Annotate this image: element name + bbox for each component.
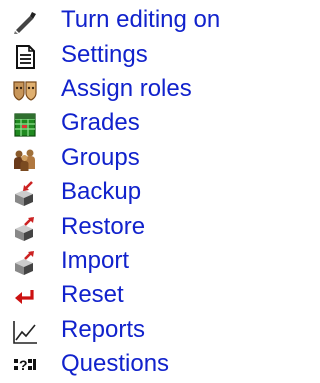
grades-icon: [12, 112, 38, 138]
import-icon: [12, 250, 38, 276]
menu-label: Reports: [61, 315, 146, 343]
menu-item-grades[interactable]: Grades: [0, 106, 251, 140]
questions-icon: ?: [12, 353, 38, 379]
menu-label: Restore: [61, 212, 146, 240]
reports-icon: [12, 319, 38, 345]
menu-label: Import: [61, 246, 130, 274]
menu-item-groups[interactable]: Groups: [0, 141, 251, 175]
roles-icon: [12, 78, 38, 104]
menu-label: Backup: [61, 178, 142, 206]
menu-item-restore[interactable]: Restore: [0, 209, 251, 243]
menu-item-settings[interactable]: Settings: [0, 37, 251, 71]
svg-text:?: ?: [19, 357, 28, 373]
groups-icon: [12, 147, 38, 173]
reset-icon: [12, 284, 38, 310]
menu-item-reset[interactable]: Reset: [0, 278, 251, 312]
course-administration-menu: Turn editing on Settings Assign roles Gr…: [0, 0, 251, 383]
menu-label: Questions: [61, 350, 170, 378]
menu-label: Assign roles: [61, 74, 192, 102]
settings-icon: [12, 44, 38, 70]
backup-icon: [12, 181, 38, 207]
menu-item-import[interactable]: Import: [0, 244, 251, 278]
menu-item-reports[interactable]: Reports: [0, 313, 251, 347]
menu-item-questions[interactable]: ? Questions: [0, 347, 251, 381]
menu-label: Reset: [61, 281, 124, 309]
menu-label: Groups: [61, 143, 140, 171]
menu-item-assign-roles[interactable]: Assign roles: [0, 72, 251, 106]
menu-item-turn-editing-on[interactable]: Turn editing on: [0, 3, 251, 37]
menu-item-backup[interactable]: Backup: [0, 175, 251, 209]
edit-icon: [12, 9, 38, 35]
restore-icon: [12, 216, 38, 242]
menu-label: Settings: [61, 40, 148, 68]
menu-label: Turn editing on: [61, 6, 221, 34]
menu-label: Grades: [61, 109, 140, 137]
